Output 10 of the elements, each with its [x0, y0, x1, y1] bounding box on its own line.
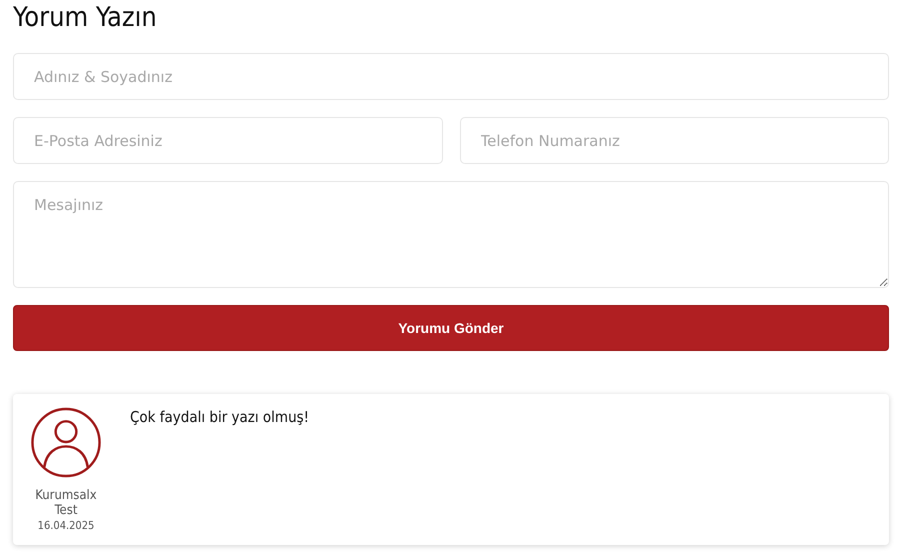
comment-date: 16.04.2025	[38, 519, 94, 532]
comment-author: Kurumsalx Test	[34, 488, 98, 518]
phone-field[interactable]: Telefon Numaranız	[460, 117, 889, 164]
comment-text: Çok faydalı bir yazı olmuş!	[130, 407, 310, 428]
form-title: Yorum Yazın	[13, 1, 158, 35]
submit-button[interactable]: Yorumu Gönder	[13, 305, 889, 351]
email-field[interactable]: E-Posta Adresiniz	[13, 117, 442, 164]
name-field[interactable]: Adınız & Soyadınız	[13, 53, 889, 100]
user-avatar-icon	[30, 407, 102, 478]
message-field[interactable]: Mesajınız	[13, 181, 889, 288]
